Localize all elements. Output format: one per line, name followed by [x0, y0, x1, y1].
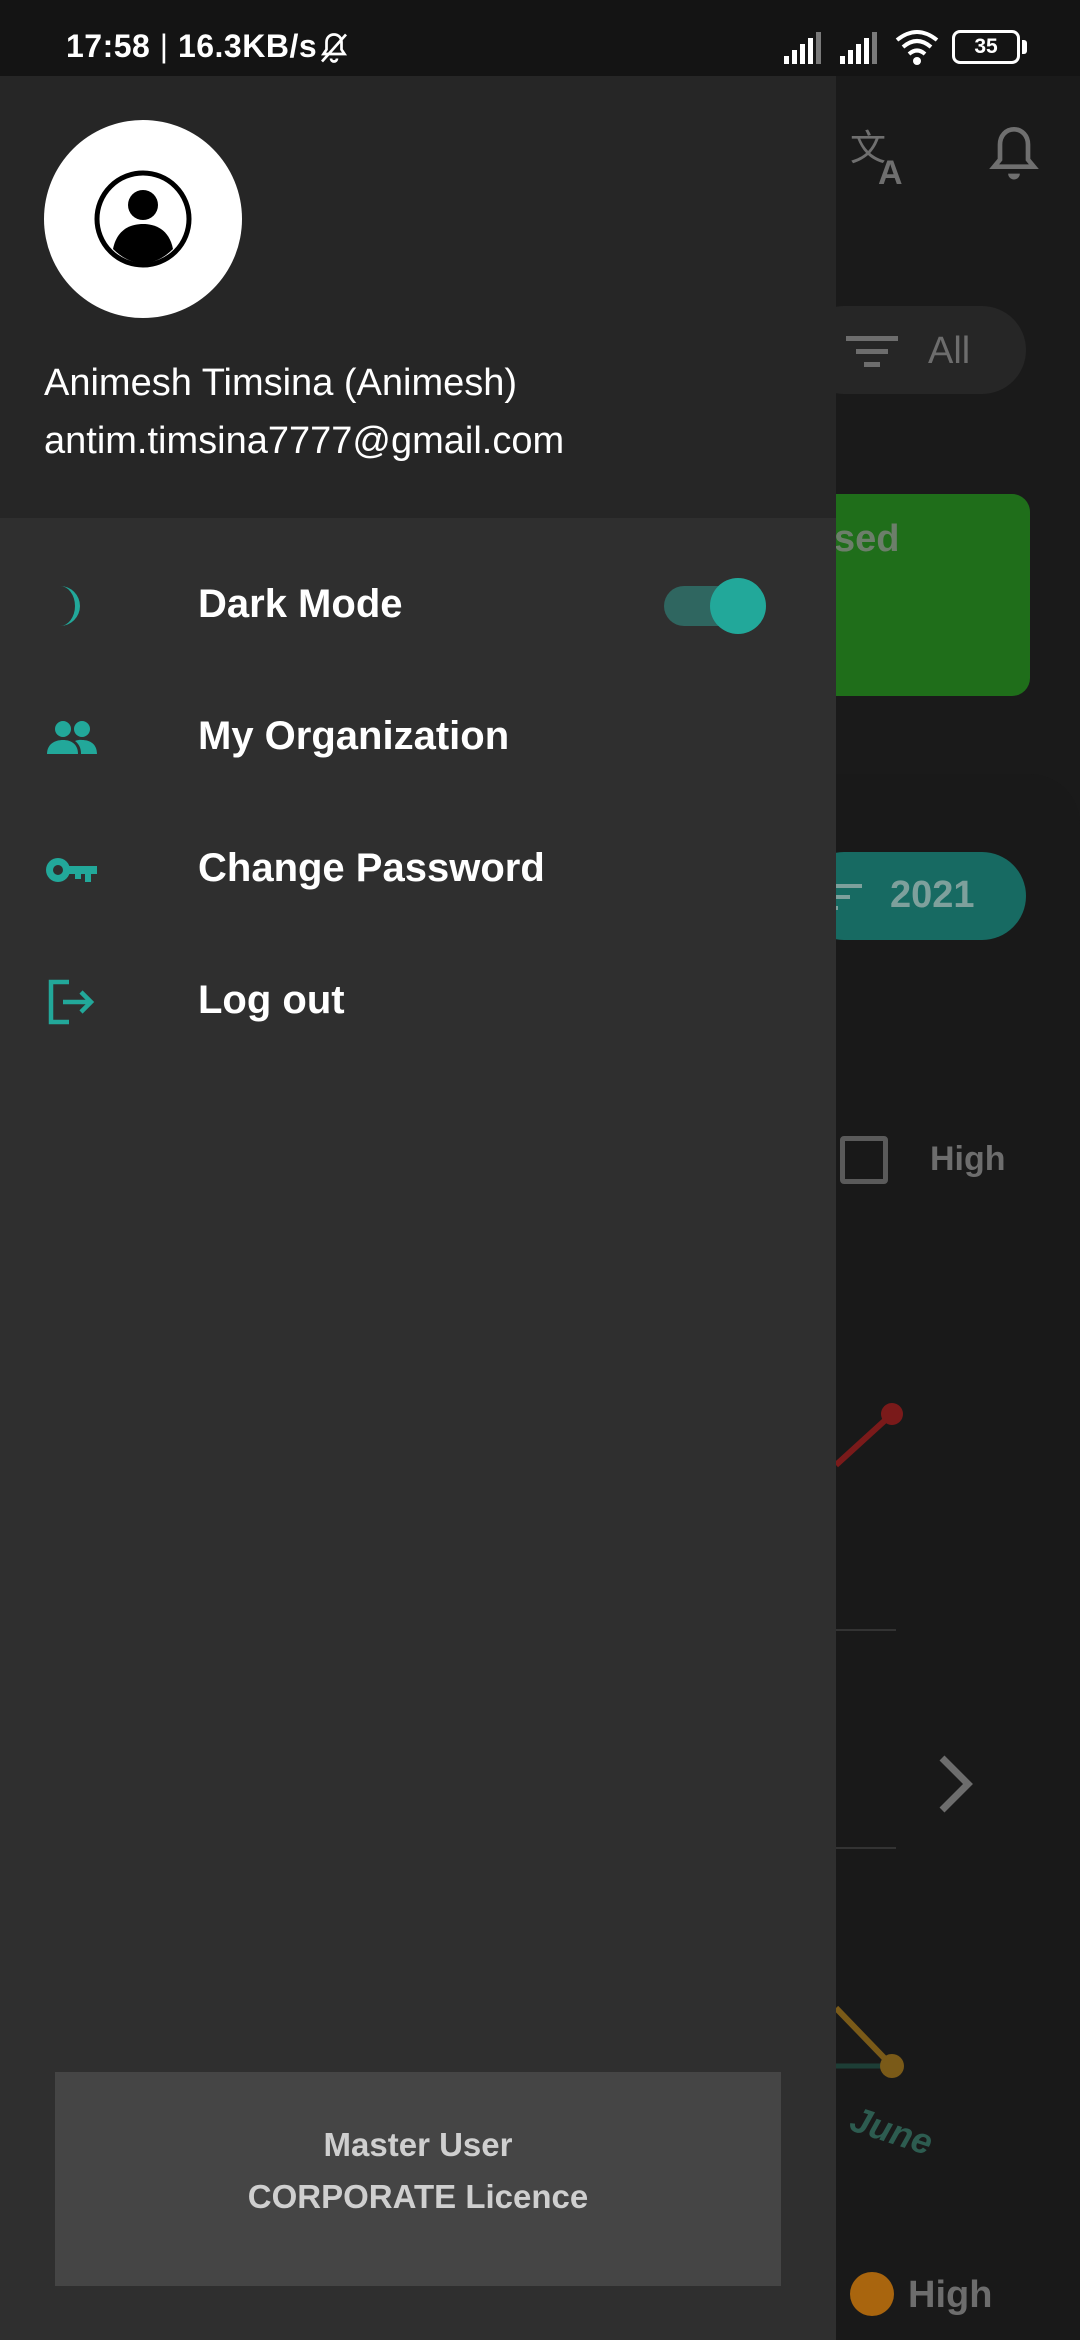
status-card-text: sed [834, 518, 900, 560]
filter-icon [846, 336, 898, 367]
clock: 17:58 [66, 28, 151, 64]
translate-icon[interactable]: 文 A [848, 126, 914, 186]
chart-lines [833, 1403, 904, 2078]
chevron-right-icon[interactable] [934, 1752, 974, 1816]
menu-item-log-out[interactable]: Log out [0, 936, 836, 1068]
menu-item-my-organization[interactable]: My Organization [0, 672, 836, 804]
user-name: Animesh Timsina (Animesh) [44, 362, 518, 404]
toggle-thumb [710, 578, 766, 634]
logout-icon [44, 974, 100, 1030]
battery-level: 35 [974, 35, 998, 58]
legend-high-label: High [930, 1140, 1006, 1178]
battery-icon: 35 [952, 30, 1020, 64]
menu-item-label: My Organization [198, 714, 510, 758]
legend-dot [850, 2272, 894, 2316]
battery-tip [1022, 40, 1027, 54]
drawer-header: Animesh Timsina (Animesh) antim.timsina7… [0, 76, 836, 518]
menu-item-dark-mode[interactable]: Dark Mode [0, 540, 836, 672]
legend-checkbox[interactable] [840, 1136, 888, 1184]
bell-off-icon [320, 33, 348, 63]
signal-icon [784, 32, 821, 64]
dark-mode-toggle[interactable] [664, 578, 768, 634]
network-speed: 16.3KB/s [177, 28, 318, 64]
legend-high-label-2: High [908, 2274, 993, 2316]
status-time: 17:58 | 16.3KB/s [66, 28, 317, 65]
people-icon [44, 710, 100, 766]
status-bar: 17:58 | 16.3KB/s 35 [0, 0, 1080, 76]
account-circle-icon [94, 170, 192, 268]
separator: | [150, 28, 178, 64]
moon-icon [44, 578, 100, 634]
user-role: Master User [323, 2126, 513, 2163]
user-email: antim.timsina7777@gmail.com [44, 420, 565, 462]
navigation-drawer: Animesh Timsina (Animesh) antim.timsina7… [0, 76, 836, 2340]
key-icon [44, 842, 100, 898]
menu-item-change-password[interactable]: Change Password [0, 804, 836, 936]
signal-icon-2 [840, 32, 877, 64]
bell-icon[interactable] [986, 124, 1042, 186]
licence-info-box: Master User CORPORATE Licence [55, 2072, 781, 2286]
menu-item-label: Change Password [198, 846, 545, 890]
year-label: 2021 [890, 874, 975, 916]
licence-type: CORPORATE Licence [247, 2178, 589, 2215]
svg-text:A: A [878, 154, 903, 186]
filter-label: All [928, 330, 971, 372]
avatar[interactable] [44, 120, 242, 318]
wifi-icon [895, 30, 939, 65]
menu-item-label: Dark Mode [198, 582, 403, 626]
menu-item-label: Log out [198, 978, 345, 1022]
